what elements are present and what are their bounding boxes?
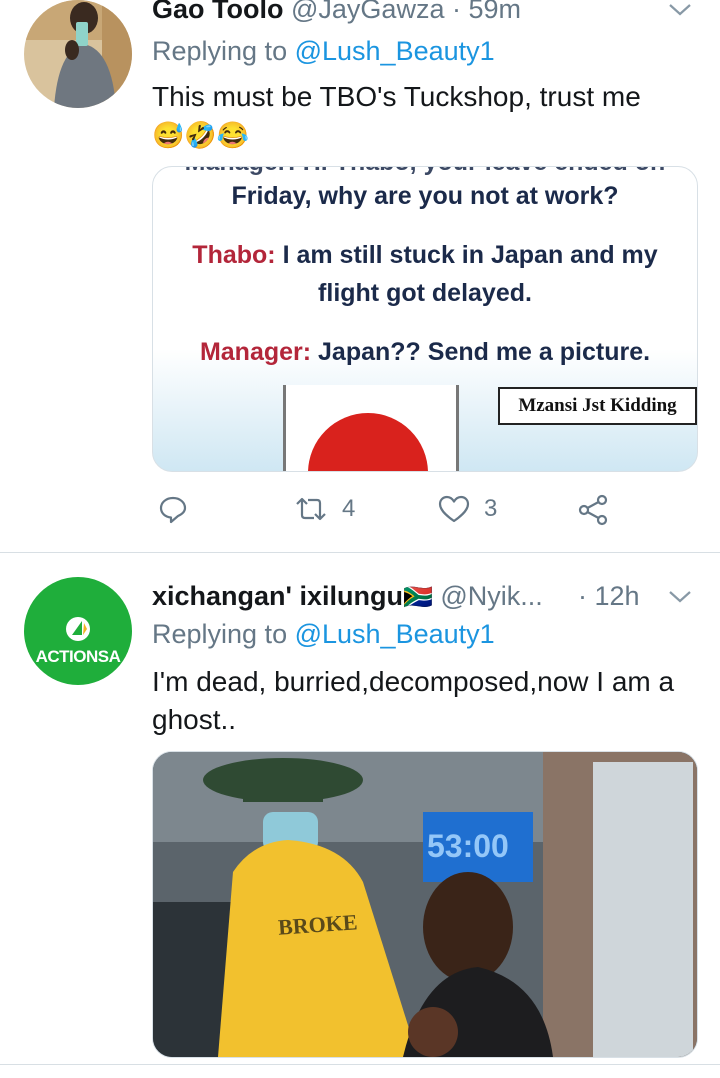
watermark-label: Mzansi Jst Kidding [498,387,697,425]
separator: · [444,0,469,24]
tweet-2-header: xichangan' ixilungu🇿🇦 @Nyik... [152,581,543,612]
retweet-button[interactable]: 4 [294,494,355,524]
tweet-text: I'm dead, burried,decomposed,now I am a … [152,666,675,735]
screen-timer-text: 53:00 [427,828,509,864]
actionsa-wordmark: ACTIONSA [35,647,121,666]
replying-mention[interactable]: @Lush_Beauty1 [295,36,495,66]
retweet-count: 4 [342,495,356,522]
meme-line-4-text: Japan?? Send me a picture. [311,338,651,366]
display-name[interactable]: xichangan' ixilungu [152,581,403,611]
meme-speaker-thabo: Thabo: [192,241,276,269]
reply-icon [159,496,187,524]
like-count: 3 [484,495,498,522]
replying-prefix: Replying to [152,619,295,649]
share-button[interactable] [578,494,610,526]
tweet-media-image[interactable]: Manager: Hi Thabo, your leave ended on F… [152,166,698,472]
user-handle[interactable]: @Nyik... [440,581,542,611]
replying-to: Replying to @Lush_Beauty1 [152,619,495,650]
avatar-actionsa[interactable]: ACTIONSA [24,577,132,685]
chevron-down-icon[interactable] [668,2,692,18]
tweet-1-actions: 4 3 [152,494,632,534]
reply-button[interactable] [158,494,188,524]
japan-flag-picture [283,385,459,471]
display-name[interactable]: Gao Toolo [152,0,283,24]
shirt-text: BROKE [277,909,359,940]
chevron-down-icon[interactable] [668,589,692,605]
share-icon [578,494,608,526]
timestamp[interactable]: 12h [595,581,640,611]
tweet-2-time: · 12h [578,581,640,612]
meme-line-2-text: I am still stuck in Japan and my [275,241,658,269]
flag-red-disc [308,413,428,471]
meme-speaker-manager: Manager: [199,338,312,366]
user-handle[interactable]: @JayGawza [291,0,444,24]
tweet-2[interactable]: ACTIONSA xichangan' ixilungu🇿🇦 @Nyik... … [0,553,720,1078]
flag-emoji: 🇿🇦 [402,584,433,611]
tweet-text: This must be TBO's Tuckshop, trust me 😅🤣… [152,78,697,154]
tweet-media-photo[interactable]: 53:00 BROKE [152,751,698,1058]
retweet-icon [296,497,326,521]
timestamp[interactable]: 59m [468,0,521,24]
meme-line-2: Thabo: I am still stuck in Japan and my [153,236,697,274]
bottom-divider [0,1064,720,1065]
tweet-1[interactable]: Gao Toolo @JayGawza · 59m Replying to @L… [0,0,720,552]
meme-line-3: flight got delayed. [318,279,532,307]
tweet-text-line: This must be TBO's Tuckshop, trust me [152,81,641,112]
like-button[interactable]: 3 [438,494,497,524]
actionsa-logo-icon [66,617,90,641]
replying-mention[interactable]: @Lush_Beauty1 [295,619,495,649]
meme-line-1: Friday, why are you not at work? [231,182,619,210]
tweet-emojis: 😅🤣😂 [152,120,250,150]
heart-icon [438,495,470,523]
photo-two-men [153,752,697,1057]
tweet-1-header: Gao Toolo @JayGawza · 59m [152,0,521,25]
meme-line-4: Manager: Japan?? Send me a picture. [153,333,697,371]
replying-prefix: Replying to [152,36,295,66]
avatar-photo [24,0,132,108]
avatar-gao-toolo[interactable] [24,0,132,108]
separator: · [578,581,595,611]
replying-to: Replying to @Lush_Beauty1 [152,36,495,67]
